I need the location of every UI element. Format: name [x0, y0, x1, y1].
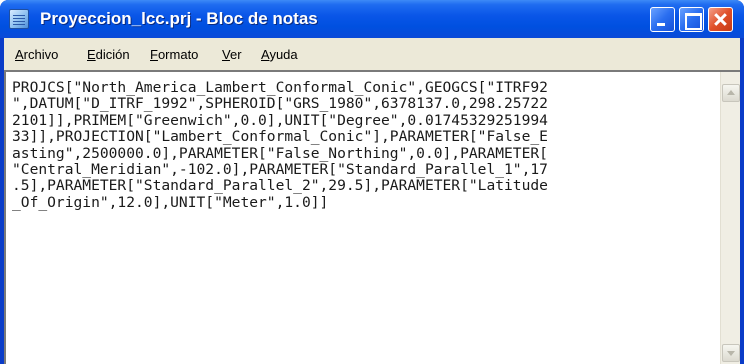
menu-ver[interactable]: Ver — [222, 47, 242, 62]
window-title: Proyeccion_lcc.prj - Bloc de notas — [40, 9, 318, 28]
menu-ver-accel: V — [222, 47, 230, 62]
notepad-window: Proyeccion_lcc.prj - Bloc de notas Archi… — [0, 0, 744, 364]
scroll-up-button[interactable] — [722, 84, 740, 102]
minimize-button[interactable] — [650, 7, 675, 32]
text-editor[interactable]: PROJCS["North_America_Lambert_Conformal_… — [12, 80, 714, 360]
scroll-down-button[interactable] — [722, 344, 740, 362]
editor-line: 33]],PROJECTION["Lambert_Conformal_Conic… — [12, 128, 548, 146]
editor-line: ",DATUM["D_ITRF_1992",SPHEROID["GRS_1980… — [12, 95, 548, 113]
menu-formato-accel: F — [150, 47, 158, 62]
editor-line: _Of_Origin",12.0],UNIT["Meter",1.0]] — [12, 193, 329, 211]
menu-formato-label: ormato — [157, 47, 199, 62]
editor-line: PROJCS["North_America_Lambert_Conformal_… — [12, 80, 548, 96]
menu-edicion[interactable]: Edición — [87, 47, 130, 62]
editor-line: "Central_Meridian",-102.0],PARAMETER["St… — [12, 161, 548, 179]
menu-ayuda[interactable]: Ayuda — [261, 47, 298, 62]
menu-edicion-accel: E — [87, 47, 96, 62]
maximize-button[interactable] — [679, 7, 704, 32]
vertical-scrollbar[interactable] — [720, 72, 740, 364]
editor-line: 2101]],PRIMEM["Greenwich",0.0],UNIT["Deg… — [12, 111, 548, 129]
editor-area[interactable]: PROJCS["North_America_Lambert_Conformal_… — [4, 70, 740, 364]
menu-archivo[interactable]: Archivo — [15, 47, 58, 62]
close-button[interactable] — [708, 7, 733, 32]
editor-line: asting",2500000.0],PARAMETER["False_Nort… — [12, 144, 548, 162]
editor-line: .5],PARAMETER["Standard_Parallel_2",29.5… — [12, 177, 548, 195]
menu-edicion-label: dición — [95, 47, 130, 62]
menu-archivo-label: rchivo — [23, 47, 59, 62]
menu-ver-label: er — [229, 47, 242, 62]
title-bar[interactable]: Proyeccion_lcc.prj - Bloc de notas — [0, 0, 744, 38]
menu-bar: Archivo Edición Formato Ver Ayuda — [4, 38, 740, 70]
menu-archivo-accel: A — [15, 47, 24, 62]
menu-formato[interactable]: Formato — [150, 47, 198, 62]
notepad-icon[interactable] — [9, 9, 29, 29]
menu-ayuda-label: yuda — [269, 47, 298, 62]
